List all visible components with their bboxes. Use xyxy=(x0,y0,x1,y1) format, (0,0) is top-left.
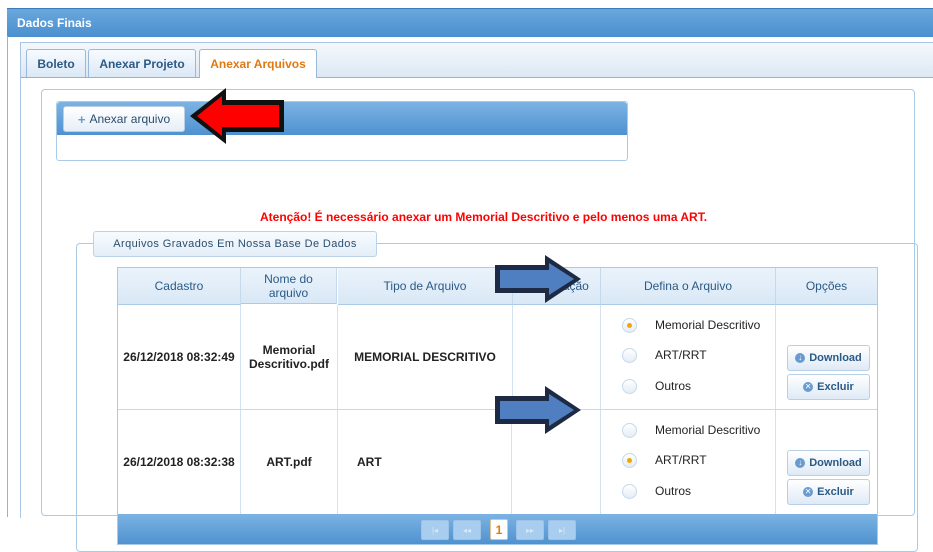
window-border xyxy=(7,36,8,517)
delete-button[interactable]: ✕ Excluir xyxy=(787,374,870,400)
column-header-tipo[interactable]: Tipo de Arquivo xyxy=(338,268,513,305)
download-label: Download xyxy=(809,352,862,364)
warning-message: Atenção! É necessário anexar um Memorial… xyxy=(260,210,708,224)
blue-arrow-icon xyxy=(495,386,581,434)
radio-outros[interactable] xyxy=(622,379,637,394)
column-header-cadastro[interactable]: Cadastro xyxy=(118,268,241,305)
radio-label: Outros xyxy=(655,484,692,498)
delete-label: Excluir xyxy=(817,486,854,498)
current-page[interactable]: 1 xyxy=(490,519,508,540)
cell-tipo: MEMORIAL DESCRITIVO xyxy=(338,305,513,409)
column-header-nome[interactable]: Nome do arquivo xyxy=(241,268,337,304)
radio-label: Memorial Descritivo xyxy=(655,318,761,332)
main-content: Boleto Anexar Projeto Anexar Arquivos + … xyxy=(20,42,933,552)
attach-file-button[interactable]: + Anexar arquivo xyxy=(63,106,185,132)
window-title-bar: Dados Finais xyxy=(7,8,933,37)
delete-button[interactable]: ✕ Excluir xyxy=(787,479,870,505)
cell-nome: Memorial Descritivo.pdf xyxy=(241,305,338,409)
download-icon: ↓ xyxy=(795,458,806,468)
saved-files-legend: Arquivos Gravados Em Nossa Base De Dados xyxy=(93,231,377,257)
first-page-button[interactable]: |◂ xyxy=(421,520,449,540)
radio-art-rrt[interactable] xyxy=(622,348,637,363)
download-icon: ↓ xyxy=(795,353,806,363)
column-header-opcoes: Opções xyxy=(776,268,877,305)
delete-label: Excluir xyxy=(817,381,854,393)
radio-art-rrt[interactable] xyxy=(622,453,637,468)
download-button[interactable]: ↓ Download xyxy=(787,450,870,476)
close-icon: ✕ xyxy=(803,487,814,497)
upload-box: + Anexar arquivo xyxy=(56,101,628,161)
radio-label: ART/RRT xyxy=(655,453,707,467)
download-button[interactable]: ↓ Download xyxy=(787,345,870,371)
radio-memorial-descritivo[interactable] xyxy=(622,318,637,333)
cell-cadastro: 26/12/2018 08:32:49 xyxy=(118,305,241,409)
column-header-defina[interactable]: Defina o Arquivo xyxy=(601,268,776,305)
red-arrow-icon xyxy=(190,88,284,144)
last-page-button[interactable]: ▸| xyxy=(548,520,576,540)
next-page-button[interactable]: ▸▸ xyxy=(516,520,544,540)
radio-label: Outros xyxy=(655,379,692,393)
tab-strip: Boleto Anexar Projeto Anexar Arquivos xyxy=(21,43,933,78)
radio-memorial-descritivo[interactable] xyxy=(622,423,637,438)
radio-label: ART/RRT xyxy=(655,348,707,362)
plus-icon: + xyxy=(77,111,86,127)
close-icon: ✕ xyxy=(803,382,814,392)
upload-toolbar: + Anexar arquivo xyxy=(57,102,627,135)
pager: |◂ ◂◂ 1 ▸▸ ▸| xyxy=(118,514,877,544)
cell-cadastro: 26/12/2018 08:32:38 xyxy=(118,410,241,514)
tab-anexar-projeto[interactable]: Anexar Projeto xyxy=(88,49,196,77)
blue-arrow-icon xyxy=(495,255,581,303)
window-title: Dados Finais xyxy=(17,16,92,30)
prev-page-button[interactable]: ◂◂ xyxy=(453,520,481,540)
tab-anexar-arquivos[interactable]: Anexar Arquivos xyxy=(199,49,317,78)
cell-nome: ART.pdf xyxy=(241,410,338,514)
download-label: Download xyxy=(809,457,862,469)
radio-outros[interactable] xyxy=(622,484,637,499)
attach-file-label: Anexar arquivo xyxy=(89,112,171,126)
cell-tipo: ART xyxy=(338,410,512,514)
radio-label: Memorial Descritivo xyxy=(655,423,761,437)
tab-boleto[interactable]: Boleto xyxy=(26,49,86,77)
attach-files-panel: + Anexar arquivo Atenção! É necessário a… xyxy=(41,89,918,552)
